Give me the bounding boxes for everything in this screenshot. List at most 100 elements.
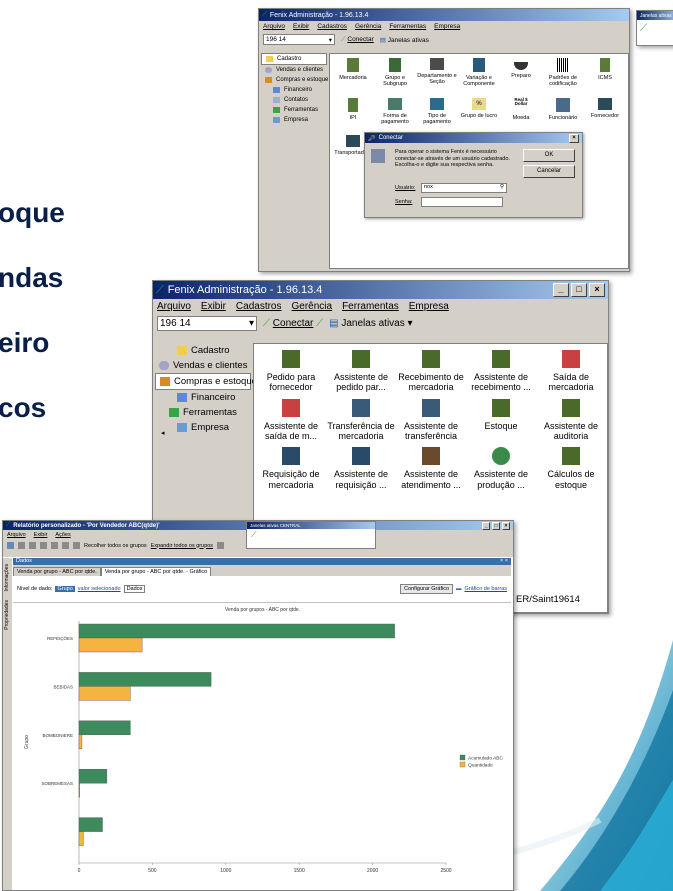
tile-assistente-pedido[interactable]: Assistente de pedido par... [326, 350, 396, 393]
menu-cadastros[interactable]: Cadastros [317, 23, 347, 30]
menu-exibir[interactable]: Exibir [34, 532, 48, 538]
tile-mercadoria[interactable]: Mercadoria [332, 58, 374, 88]
truck-icon [346, 135, 360, 148]
tab-venda-grupo-grafico[interactable]: Venda por grupo - ABC por qtde. - Gráfic… [100, 567, 212, 576]
tile-moeda[interactable]: Real $ Dollar Moeda [500, 97, 542, 126]
nav-empresa[interactable]: Empresa [261, 115, 327, 125]
tile-fornecedor[interactable]: Fornecedor [584, 97, 626, 126]
menu-arquivo[interactable]: Arquivo [157, 301, 191, 312]
company-combo[interactable]: 196 14 ▾ [263, 34, 335, 45]
tile-icms[interactable]: ICMS [584, 58, 626, 88]
menu-empresa[interactable]: Empresa [434, 23, 460, 30]
menu-acoes[interactable]: Ações [55, 532, 70, 538]
menu-exibir[interactable]: Exibir [293, 23, 309, 30]
table-icon[interactable] [29, 542, 36, 549]
tile-departamento[interactable]: Departamento e Seção [416, 58, 458, 88]
menu-cadastros[interactable]: Cadastros [236, 301, 282, 312]
conectar-button[interactable]: ⟋ Conectar [341, 36, 374, 44]
tile-assistente-transferencia[interactable]: Assistente de transferência [396, 398, 466, 442]
nav-financeiro[interactable]: Financeiro [155, 390, 251, 405]
close-icon[interactable]: × [502, 521, 510, 530]
tile-requisicao[interactable]: Requisição de mercadoria [256, 447, 326, 490]
recolher-grupos-button[interactable]: Recolher todos os grupos [84, 543, 147, 549]
tile-ipi[interactable]: IPI [332, 97, 374, 126]
nivel-grupo[interactable]: Grupo [55, 586, 75, 592]
nivel-dados[interactable]: Dados [123, 585, 146, 593]
cancelar-button[interactable]: Cancelar [523, 165, 575, 178]
tile-assistente-atendimento[interactable]: Assistente de atendimento ... [396, 447, 466, 490]
tile-assistente-recebimento[interactable]: Assistente de recebimento ... [466, 350, 536, 393]
chart-icon[interactable] [73, 542, 80, 549]
tile-pedido-fornecedor[interactable]: Pedido para fornecedor [256, 350, 326, 393]
tile-grupo-lucro[interactable]: % Grupo de lucro [458, 97, 500, 126]
nav-financeiro[interactable]: Financeiro [261, 85, 327, 95]
menu-ferramentas[interactable]: Ferramentas [342, 301, 399, 312]
nav-vendas[interactable]: Vendas e clientes [261, 65, 327, 75]
tile-recebimento[interactable]: Recebimento de mercadoria [396, 350, 466, 393]
menu-gerencia[interactable]: Gerência [292, 301, 333, 312]
panel-close-icon[interactable]: × × [500, 558, 508, 565]
usuario-combo[interactable]: nox ⚲ [421, 183, 507, 193]
janelas-ativas-button[interactable]: ▤ Janelas ativas ▾ [329, 318, 412, 329]
tile-assistente-producao[interactable]: Assistente de produção ... [466, 447, 536, 490]
nav-compras[interactable]: Compras e estoque [261, 75, 328, 85]
menu-gerencia[interactable]: Gerência [355, 23, 381, 30]
close-icon[interactable]: × [589, 283, 605, 297]
janelas-ativas-button[interactable]: ▤ Janelas ativas [380, 36, 429, 44]
tile-transferencia[interactable]: Transferência de mercadoria [326, 398, 396, 442]
tile-forma-pagamento[interactable]: Forma de pagamento [374, 97, 416, 126]
tile-saida[interactable]: Saída de mercadoria [536, 350, 606, 393]
tile-assistente-auditoria[interactable]: Assistente de auditoria [536, 398, 606, 442]
conectar-dialog: 🔑︎ Conectar × Para operar o sistema Feni… [364, 132, 583, 218]
tile-funcionario[interactable]: Funcionário [542, 97, 584, 126]
menu-arquivo[interactable]: Arquivo [263, 23, 285, 30]
tab-informacoes[interactable]: Informações [4, 564, 10, 592]
nav-ferramentas[interactable]: Ferramentas [261, 105, 327, 115]
company-combo[interactable]: 196 14 ▾ [157, 316, 257, 331]
copy-icon[interactable] [40, 542, 47, 549]
list-icon[interactable] [18, 542, 25, 549]
print-icon[interactable] [51, 542, 58, 549]
tile-tipo-pagamento[interactable]: Tipo de pagamento [416, 97, 458, 126]
menu-arquivo[interactable]: Arquivo [7, 532, 26, 538]
tile-calculos-estoque[interactable]: Cálculos de estoque [536, 447, 606, 490]
senha-field[interactable] [421, 197, 503, 207]
maximize-icon[interactable]: □ [492, 521, 500, 530]
menu-ferramentas[interactable]: Ferramentas [389, 23, 426, 30]
nav-cadastro[interactable]: Cadastro [261, 53, 327, 65]
tile-variacao[interactable]: Variação e Componente [458, 58, 500, 88]
tile-estoque[interactable]: Estoque [466, 398, 536, 442]
nav-compras[interactable]: Compras e estoque [155, 373, 257, 390]
collapse-arrow-icon[interactable]: ◂ [161, 429, 165, 437]
refresh-icon[interactable] [7, 542, 14, 549]
grafico-barras-link[interactable]: Gráfico de barras [465, 586, 508, 592]
nav-contatos[interactable]: Contatos [261, 95, 327, 105]
nav-vendas[interactable]: Vendas e clientes [155, 358, 251, 373]
tile-preparo[interactable]: Preparo [500, 58, 542, 88]
minimize-icon[interactable]: _ [553, 283, 569, 297]
menu-empresa[interactable]: Empresa [409, 301, 449, 312]
nav-cadastro[interactable]: Cadastro [155, 343, 251, 358]
nav-empresa[interactable]: Empresa [155, 420, 251, 435]
conectar-button[interactable]: ⟋ Conectar ⟋ [263, 318, 323, 329]
minimize-icon[interactable]: _ [482, 521, 490, 530]
tab-propriedades[interactable]: Propriedades [4, 600, 10, 630]
tile-assistente-saida[interactable]: Assistente de saída de m... [256, 398, 326, 442]
nav-ferramentas[interactable]: Ferramentas [155, 405, 251, 420]
bar-chart-icon: ▬ [456, 586, 462, 592]
tile-assistente-requisicao[interactable]: Assistente de requisição ... [326, 447, 396, 490]
plug-icon: ⟋ [341, 35, 346, 43]
tile-padroes[interactable]: Padrões de codificação [542, 58, 584, 88]
maximize-icon[interactable]: □ [571, 283, 587, 297]
tab-venda-grupo[interactable]: Venda por grupo - ABC por qtde. [13, 567, 101, 576]
close-icon[interactable]: × [569, 133, 579, 143]
grid-icon[interactable] [217, 542, 225, 549]
configurar-grafico-button[interactable]: Configurar Gráfico [400, 584, 453, 594]
nivel-valor[interactable]: valor selecionado [78, 586, 121, 592]
expandir-grupos-button[interactable]: Expandir todos os grupos [151, 543, 213, 549]
menu-exibir[interactable]: Exibir [201, 301, 226, 312]
export-icon[interactable] [62, 542, 69, 549]
ok-button[interactable]: OK [523, 149, 575, 162]
bar-chart: Venda por grupos - ABC por qtde. 0 500 1000… [24, 607, 503, 874]
tile-grupo[interactable]: Grupo e Subgrupo [374, 58, 416, 88]
